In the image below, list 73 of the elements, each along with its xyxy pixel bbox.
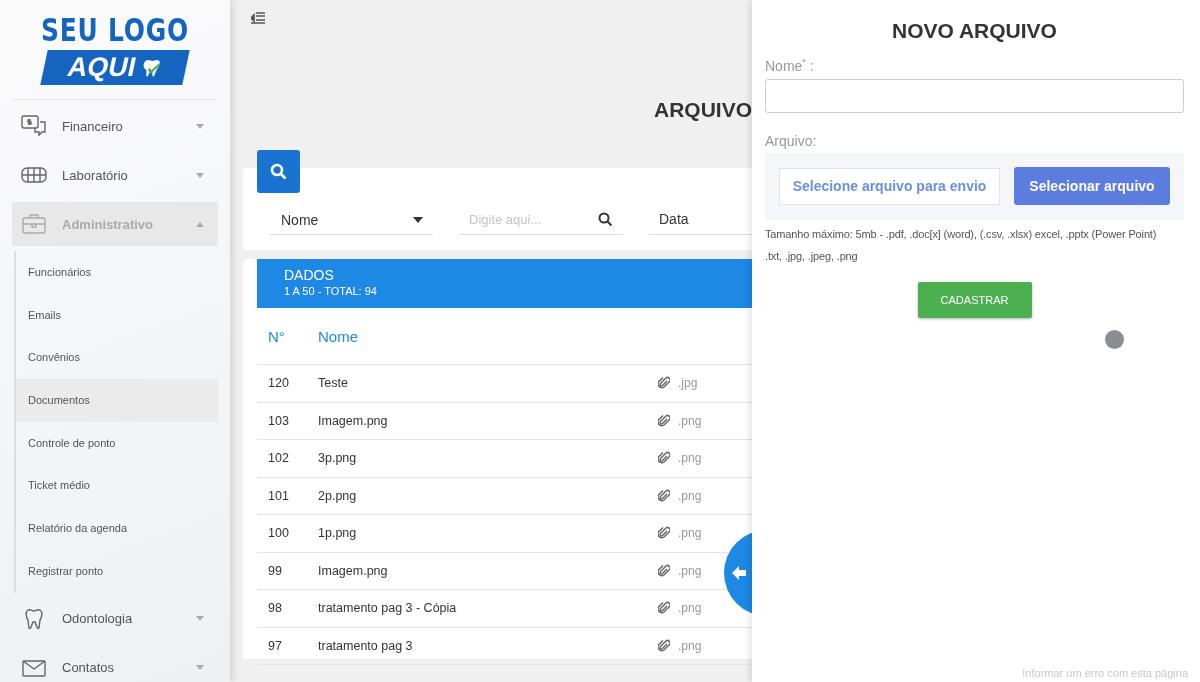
- table-cell-text: Imagem.png: [318, 563, 389, 578]
- menu-item[interactable]: Odontologia: [12, 596, 218, 641]
- caret-icon: [413, 216, 423, 223]
- file-extension: .png: [678, 601, 703, 616]
- arrow-icon: [732, 565, 746, 581]
- table-cell-text: 3p.png: [318, 451, 358, 466]
- file-label: Arquivo:: [765, 132, 818, 149]
- table-cell-text: 101: [267, 488, 290, 503]
- table-cell-text: Imagem.png: [318, 413, 389, 428]
- table-cell-text: Teste: [318, 376, 349, 391]
- table-cell-text: 99: [267, 563, 283, 578]
- paperclip-icon[interactable]: [658, 601, 670, 616]
- table-cell-text: 1p.png: [318, 526, 358, 541]
- paperclip-icon[interactable]: [658, 413, 670, 428]
- caret-icon: [196, 665, 204, 670]
- paperclip-icon[interactable]: [658, 638, 670, 653]
- file-extension: .png: [678, 526, 703, 541]
- file-extension: .png: [678, 451, 703, 466]
- table-cell-text: tratamento pag 3: [318, 638, 414, 653]
- submenu-item[interactable]: Relatório da agenda: [16, 507, 218, 550]
- file-extension: .jpg: [678, 376, 699, 391]
- caret-icon: [196, 221, 204, 227]
- paperclip-icon[interactable]: [658, 526, 670, 541]
- file-extension: .png: [678, 488, 703, 503]
- column-header: Nome: [318, 327, 359, 345]
- search-field[interactable]: Digite aqui...: [459, 204, 623, 235]
- menu-item[interactable]: Contatos: [12, 645, 218, 682]
- help-text: Tamanho máximo: 5mb - .pdf, .doc[x] (word), (.csv, .xlsx) excel, .pptx (Power Point): [765, 226, 1158, 242]
- help-text: .txt, .jpg, .jpeg, .png: [765, 248, 859, 264]
- name-label: Nome$^{*}$ :: [765, 57, 815, 74]
- logo: SEU LOGO AQUI: [40, 12, 190, 85]
- money-chat-icon: [20, 114, 48, 138]
- field-select[interactable]: Nome: [269, 204, 433, 235]
- data-range: 1 A 50 - TOTAL: 94: [284, 285, 378, 297]
- submenu-item[interactable]: Convênios: [16, 336, 218, 380]
- column-header: N°: [267, 327, 286, 345]
- table-cell-text: tratamento pag 3 - Cópia: [318, 601, 458, 616]
- cursor-dot: [1105, 330, 1124, 349]
- table-cell-text: 98: [267, 601, 283, 616]
- drawer-title: NOVO ARQUIVO: [891, 19, 1058, 43]
- submenu-item[interactable]: Emails: [16, 293, 218, 337]
- file-extension: .png: [678, 638, 703, 653]
- caret-icon: [196, 123, 204, 129]
- table-cell-text: 100: [267, 526, 290, 541]
- caret-icon: [196, 616, 204, 621]
- file-extension: .png: [678, 563, 703, 578]
- submenu-item[interactable]: Registrar ponto: [16, 549, 218, 593]
- paperclip-icon[interactable]: [658, 488, 670, 503]
- table-cell-text: 2p.png: [318, 488, 358, 503]
- paperclip-icon[interactable]: [658, 376, 670, 391]
- select-file-button[interactable]: Selecionar arquivo: [1014, 167, 1170, 206]
- search-button[interactable]: [257, 150, 300, 193]
- paperclip-icon[interactable]: [658, 563, 670, 578]
- name-input[interactable]: [765, 78, 1184, 113]
- menu-item[interactable]: Laboratório: [12, 153, 218, 197]
- search-icon: [598, 212, 613, 227]
- caret-icon: [196, 172, 204, 178]
- briefcase-icon: [20, 212, 48, 236]
- table-cell-text: 102: [267, 451, 290, 466]
- menu-collapse-icon[interactable]: [251, 12, 265, 24]
- search-icon: [269, 162, 288, 181]
- menu-item[interactable]: Financeiro: [12, 104, 218, 148]
- data-title: DADOS: [284, 267, 335, 283]
- file-extension: .png: [678, 413, 703, 428]
- table-cell-text: 120: [267, 376, 290, 391]
- page-title: ARQUIVO: [653, 97, 752, 123]
- submenu-item[interactable]: Funcionários: [16, 251, 218, 294]
- table-cell-text: 103: [267, 413, 290, 428]
- submenu-item[interactable]: Documentos: [16, 379, 218, 422]
- table-cell-text: 97: [267, 638, 283, 653]
- paperclip-icon[interactable]: [658, 451, 670, 466]
- submenu-item[interactable]: Ticket médio: [16, 464, 218, 508]
- submenu-item[interactable]: Controle de ponto: [16, 421, 218, 465]
